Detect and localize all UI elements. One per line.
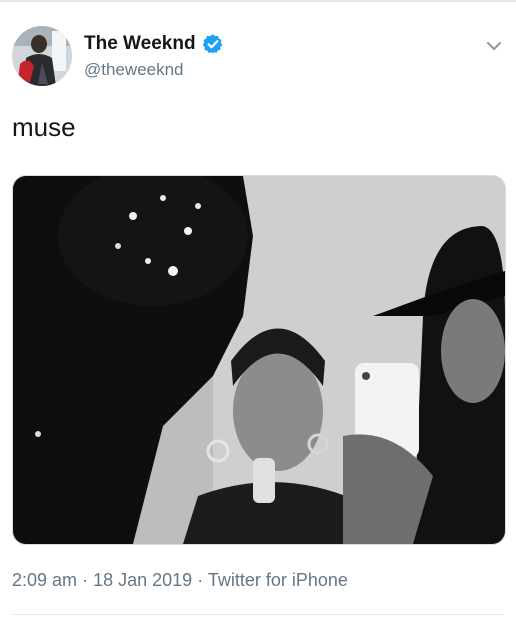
meta-separator: · [197, 570, 204, 590]
top-divider [0, 0, 516, 2]
tweet-date[interactable]: 18 Jan 2019 [93, 570, 192, 590]
avatar-photo [12, 26, 72, 86]
chevron-down-icon[interactable] [484, 36, 504, 56]
tweet-meta: 2:09 am · 18 Jan 2019 · Twitter for iPho… [12, 570, 348, 591]
display-name-row: The Weeknd [84, 32, 224, 56]
author-names: The Weeknd @theweeknd [84, 32, 224, 80]
tweet-header: The Weeknd @theweeknd [12, 26, 504, 88]
tweet-time[interactable]: 2:09 am [12, 570, 77, 590]
display-name[interactable]: The Weeknd [84, 33, 196, 55]
tweet-text: muse [12, 112, 76, 142]
meta-separator: · [82, 570, 89, 590]
handle[interactable]: @theweeknd [84, 60, 224, 80]
bottom-divider [12, 614, 504, 615]
verified-badge-icon [202, 33, 224, 55]
photo-image [13, 176, 505, 544]
avatar[interactable] [12, 26, 72, 86]
tweet-source-link[interactable]: Twitter for iPhone [208, 570, 348, 590]
tweet-photo[interactable] [12, 175, 506, 545]
